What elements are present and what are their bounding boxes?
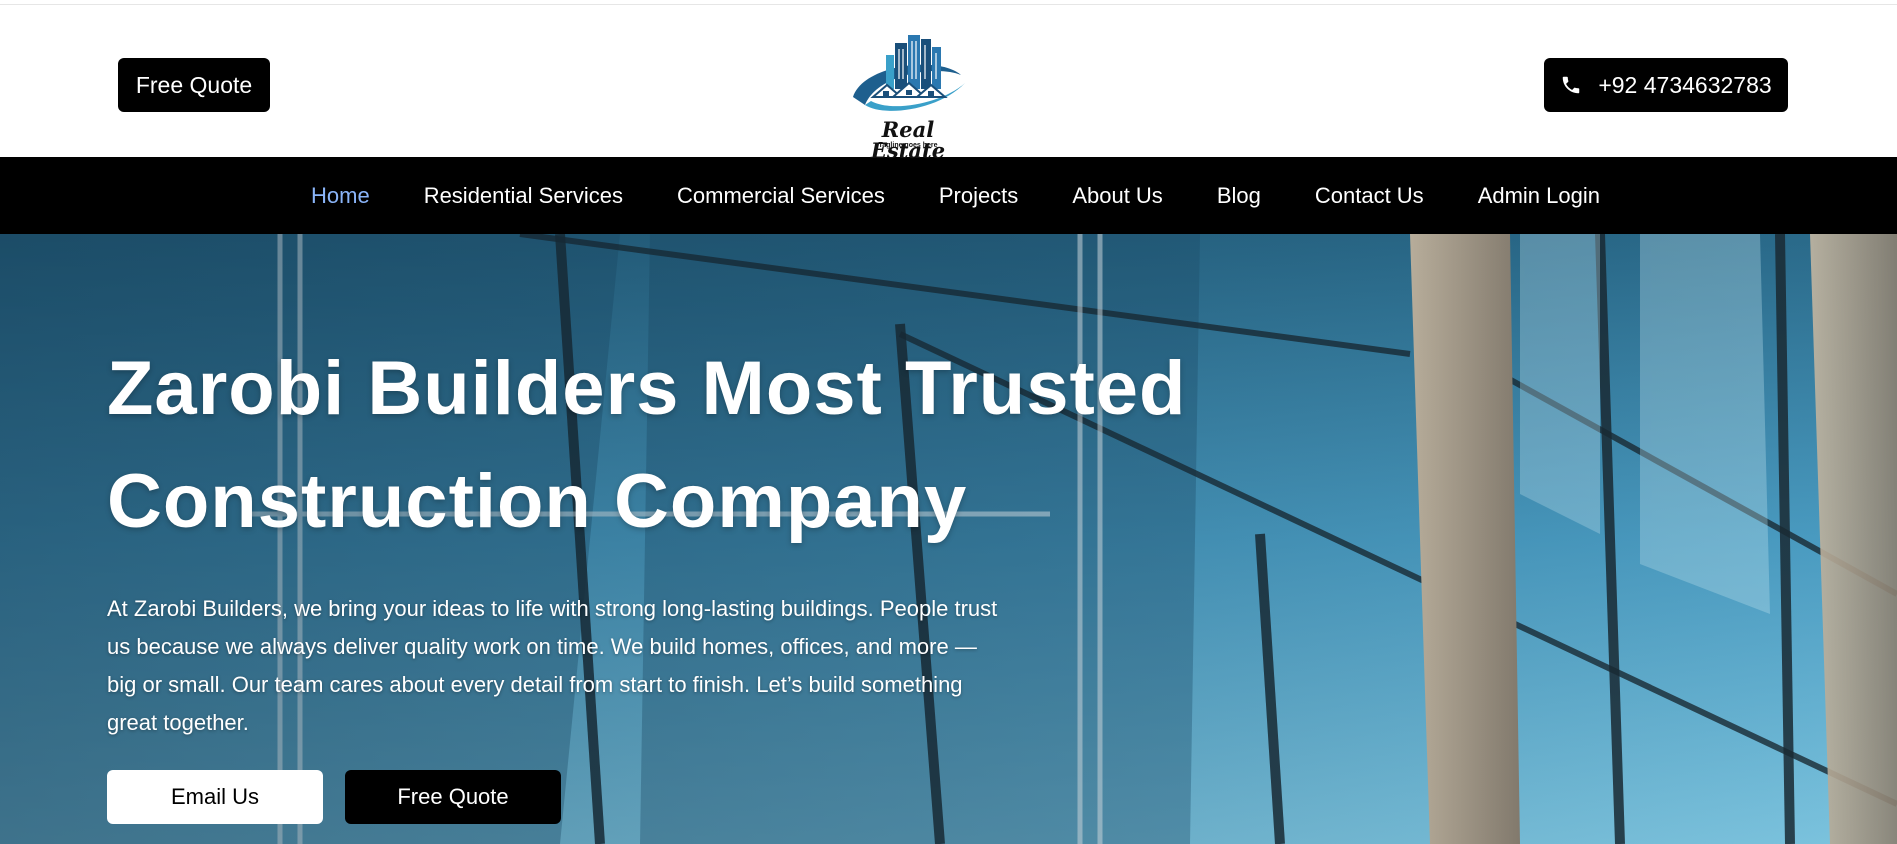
nav-item-commercial-services[interactable]: Commercial Services [677, 183, 885, 209]
hero-title: Zarobi Builders Most Trusted Constructio… [107, 332, 1257, 558]
hero-content: Zarobi Builders Most Trusted Constructio… [107, 332, 1257, 824]
nav-item-projects[interactable]: Projects [939, 183, 1018, 209]
header-free-quote-button[interactable]: Free Quote [118, 58, 270, 112]
nav-item-blog[interactable]: Blog [1217, 183, 1261, 209]
nav-item-admin-login[interactable]: Admin Login [1478, 183, 1600, 209]
hero-title-line-2: Construction Company [107, 459, 968, 544]
email-us-button[interactable]: Email Us [107, 770, 323, 824]
nav-item-about-us[interactable]: About Us [1072, 183, 1163, 209]
hero-free-quote-button[interactable]: Free Quote [345, 770, 561, 824]
logo-tagline: Tagline goes here [878, 142, 938, 149]
hero-description: At Zarobi Builders, we bring your ideas … [107, 596, 998, 735]
phone-number: +92 4734632783 [1598, 71, 1772, 98]
nav-item-contact-us[interactable]: Contact Us [1315, 183, 1424, 209]
header-phone-button[interactable]: +92 4734632783 [1544, 58, 1788, 112]
site-header: Free Quote Real Estate Tagline goes here [0, 5, 1897, 161]
nav-item-home[interactable]: Home [311, 183, 370, 209]
logo-name: Real Estate [870, 117, 946, 163]
phone-icon [1563, 76, 1580, 94]
hero-buttons: Email Us Free Quote [107, 770, 1257, 824]
hero-section: Zarobi Builders Most Trusted Constructio… [0, 234, 1897, 844]
hero-title-line-1: Zarobi Builders Most Trusted [107, 346, 1187, 431]
nav-item-residential-services[interactable]: Residential Services [424, 183, 623, 209]
main-nav: Home Residential Services Commercial Ser… [0, 157, 1897, 234]
